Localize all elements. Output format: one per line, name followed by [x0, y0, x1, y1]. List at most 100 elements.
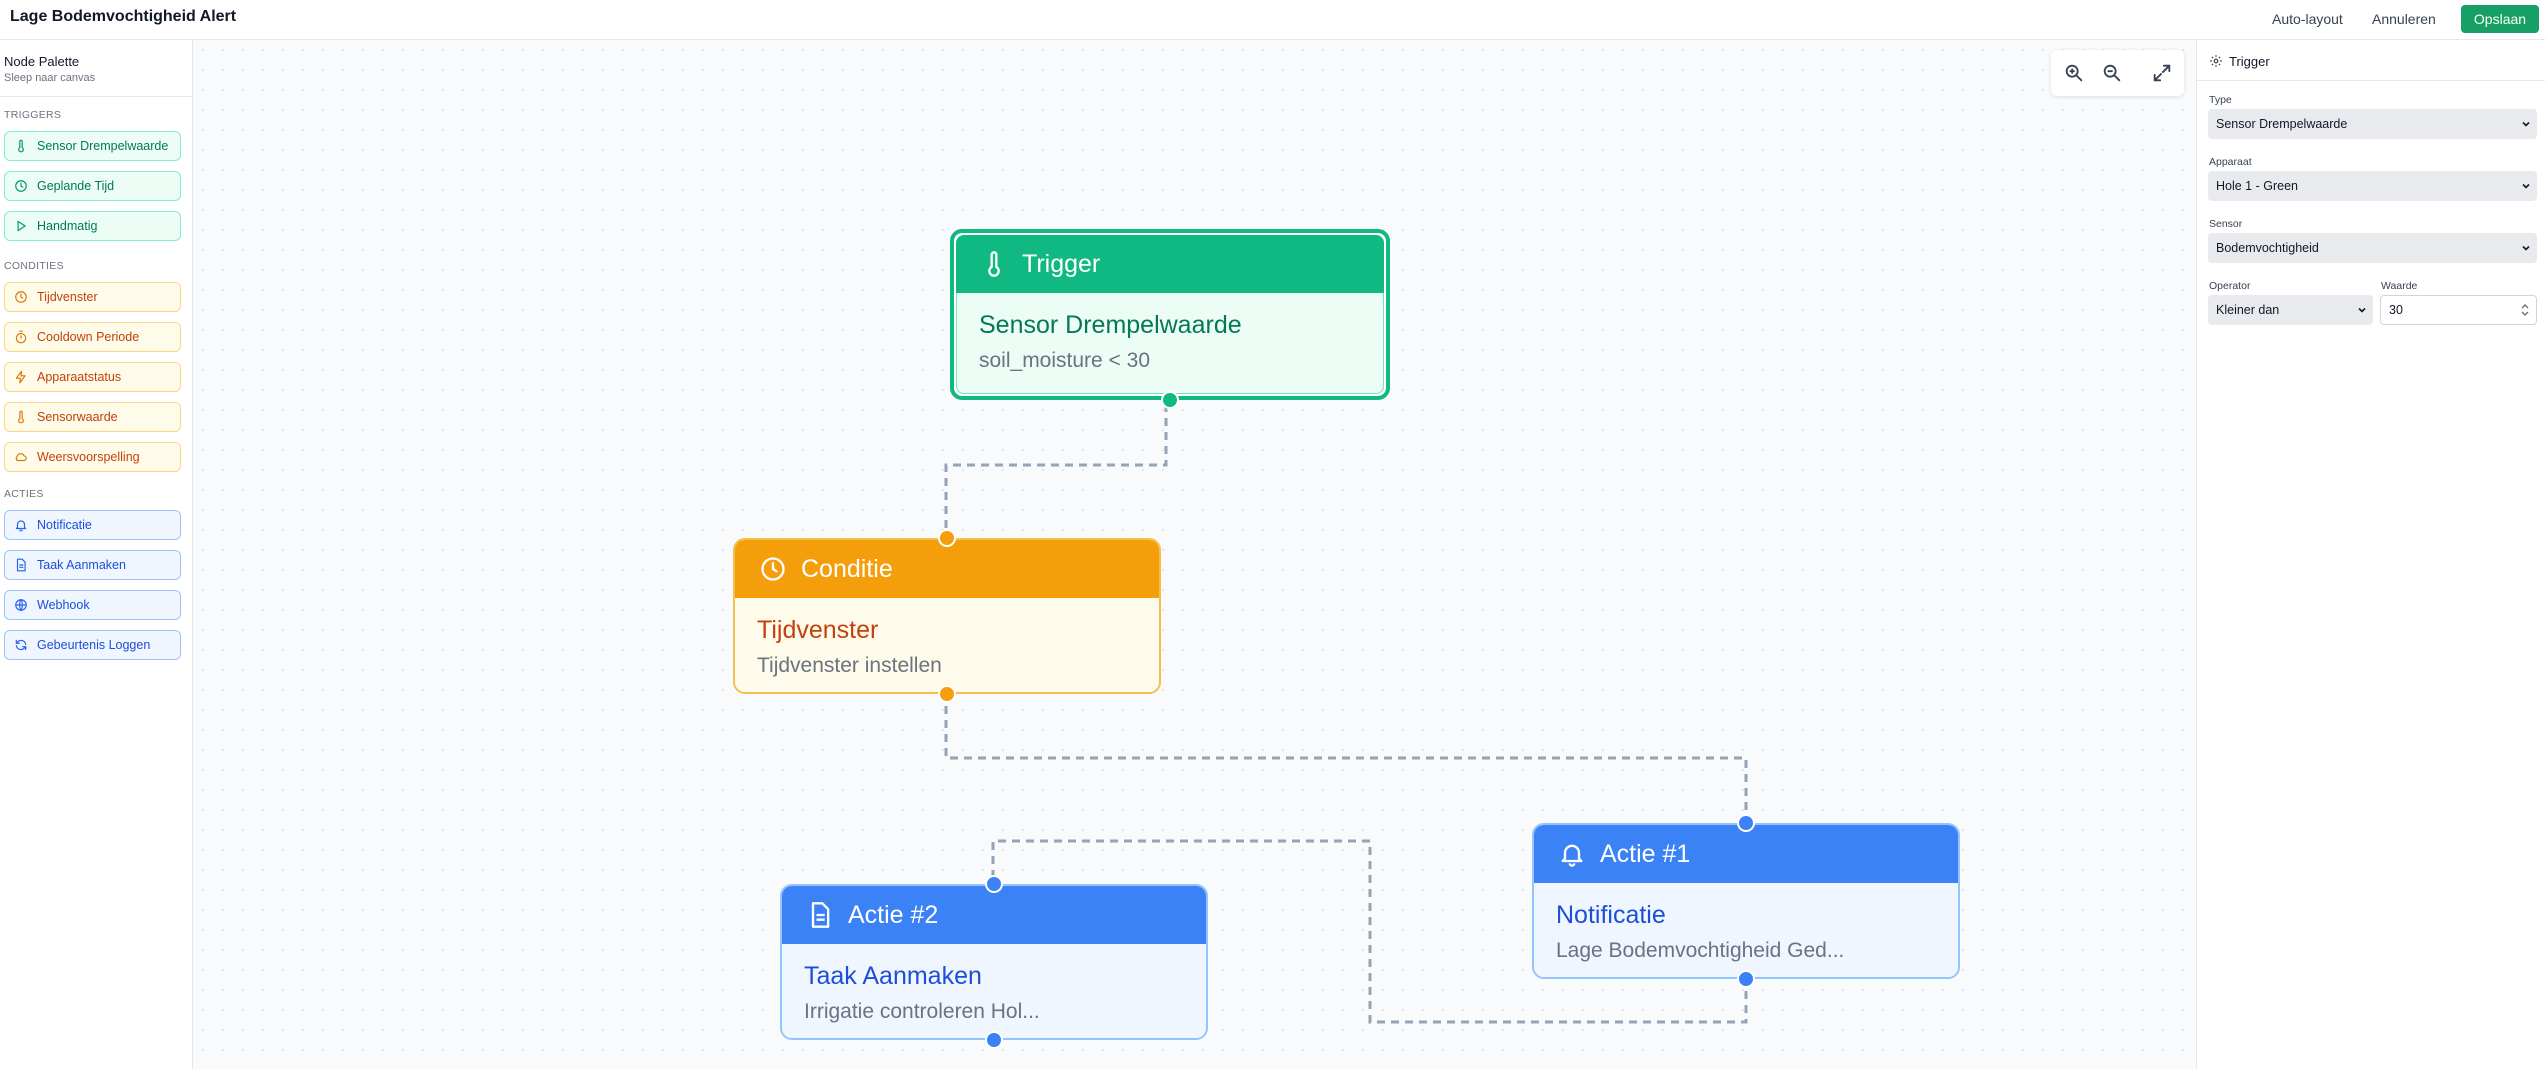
value-input[interactable]: 30 [2380, 295, 2537, 325]
output-port[interactable] [1161, 391, 1179, 409]
section-label-conditions: CONDITIES [4, 260, 64, 272]
node-body: Sensor Drempelwaarde soil_moisture < 30 [956, 293, 1384, 394]
timer-icon [15, 330, 27, 344]
node-title: Sensor Drempelwaarde [979, 311, 1242, 339]
palette-item-label: Sensorwaarde [37, 410, 118, 424]
node-header: Conditie [735, 540, 1159, 598]
device-select[interactable]: Hole 1 - Green [2208, 171, 2537, 201]
palette-item-sensor-threshold[interactable]: Sensor Drempelwaarde [4, 131, 181, 161]
palette-item-label: Notificatie [37, 518, 92, 532]
refresh-icon [15, 639, 27, 651]
divider [2197, 80, 2545, 81]
node-header-label: Actie #1 [1600, 840, 1691, 868]
node-action-1[interactable]: Actie #1 Notificatie Lage Bodemvochtighe… [1532, 814, 1960, 988]
workflow-title: Lage Bodemvochtigheid Alert [10, 8, 237, 25]
node-subtitle: Irrigatie controleren Hol... [804, 1000, 1040, 1023]
node-subtitle: Lage Bodemvochtigheid Ged... [1556, 939, 1845, 962]
node-body: Taak Aanmaken Irrigatie controleren Hol.… [782, 944, 1206, 1038]
node-action-2[interactable]: Actie #2 Taak Aanmaken Irrigatie control… [780, 875, 1208, 1049]
palette-item-label: Gebeurtenis Loggen [37, 638, 151, 652]
palette-item-webhook[interactable]: Webhook [4, 590, 181, 620]
node-header-label: Conditie [801, 555, 893, 583]
output-port[interactable] [938, 685, 956, 703]
palette-item-time-window[interactable]: Tijdvenster [4, 282, 181, 312]
sensor-select[interactable]: Bodemvochtigheid [2208, 233, 2537, 263]
workflow-canvas[interactable]: Trigger Sensor Drempelwaarde soil_moistu… [193, 40, 2196, 1069]
palette-item-label: Handmatig [37, 219, 98, 233]
palette-item-device-status[interactable]: Apparaatstatus [4, 362, 181, 392]
node-trigger[interactable]: Trigger Sensor Drempelwaarde soil_moistu… [950, 229, 1390, 409]
operator-select[interactable]: Kleiner dan [2208, 295, 2373, 325]
auto-layout-button[interactable]: Auto-layout [2262, 5, 2353, 33]
chevron-down-icon [2522, 183, 2530, 189]
zap-icon [15, 370, 26, 384]
thermometer-icon [18, 410, 24, 424]
node-condition[interactable]: Conditie Tijdvenster Tijdvenster instell… [733, 529, 1161, 703]
thermometer-icon [18, 139, 24, 153]
palette-subtitle: Sleep naar canvas [4, 72, 96, 84]
node-header: Trigger [956, 235, 1384, 293]
zoom-in-icon[interactable] [2063, 62, 2085, 84]
node-subtitle: soil_moisture < 30 [979, 349, 1151, 372]
node-palette: Node Palette Sleep naar canvas TRIGGERS … [0, 40, 193, 1069]
palette-item-sensor-value[interactable]: Sensorwaarde [4, 402, 181, 432]
edge-trigger-to-condition [944, 390, 1168, 538]
node-body: Tijdvenster Tijdvenster instellen [735, 598, 1159, 692]
type-label: Type [2209, 94, 2232, 106]
globe-icon [15, 599, 27, 611]
fit-view-icon[interactable] [2151, 62, 2173, 84]
section-label-actions: ACTIES [4, 488, 44, 500]
clock-icon [761, 557, 785, 581]
palette-item-manual[interactable]: Handmatig [4, 211, 181, 241]
type-select[interactable]: Sensor Drempelwaarde [2208, 109, 2537, 139]
operator-label: Operator [2209, 280, 2251, 292]
top-bar: Lage Bodemvochtigheid Alert Auto-layout … [0, 0, 2545, 40]
node-body: Notificatie Lage Bodemvochtigheid Ged... [1534, 883, 1958, 977]
palette-item-label: Cooldown Periode [37, 330, 140, 344]
palette-item-label: Geplande Tijd [37, 179, 115, 193]
input-port[interactable] [938, 529, 956, 547]
device-select-value: Hole 1 - Green [2216, 179, 2298, 193]
clock-icon [15, 291, 27, 303]
divider [0, 96, 192, 97]
cancel-button[interactable]: Annuleren [2362, 5, 2446, 33]
thermometer-icon [988, 251, 1000, 277]
palette-title: Node Palette [4, 54, 80, 69]
chevron-down-icon [2522, 121, 2530, 127]
node-header-label: Trigger [1022, 250, 1101, 278]
zoom-out-icon[interactable] [2101, 62, 2123, 84]
type-select-value: Sensor Drempelwaarde [2216, 117, 2348, 131]
node-title: Taak Aanmaken [804, 962, 982, 990]
zoom-controls [2051, 50, 2184, 96]
save-button[interactable]: Opslaan [2461, 5, 2539, 33]
palette-item-notification[interactable]: Notificatie [4, 510, 181, 540]
clock-icon [15, 180, 27, 192]
edge-condition-to-action1 [944, 692, 1748, 823]
file-icon [811, 902, 830, 928]
palette-item-weather-forecast[interactable]: Weersvoorspelling [4, 442, 181, 472]
palette-item-label: Taak Aanmaken [37, 558, 126, 572]
node-header: Actie #1 [1534, 825, 1958, 883]
palette-item-create-task[interactable]: Taak Aanmaken [4, 550, 181, 580]
palette-item-label: Weersvoorspelling [37, 450, 140, 464]
stepper-icon[interactable] [2520, 302, 2530, 318]
input-port[interactable] [1737, 814, 1755, 832]
palette-item-scheduled-time[interactable]: Geplande Tijd [4, 171, 181, 201]
value-input-value: 30 [2389, 303, 2403, 317]
palette-item-label: Apparaatstatus [37, 370, 122, 384]
node-subtitle: Tijdvenster instellen [757, 654, 942, 677]
input-port[interactable] [985, 875, 1003, 893]
palette-item-label: Webhook [37, 598, 90, 612]
sensor-label: Sensor [2209, 218, 2243, 230]
chevron-down-icon [2358, 307, 2366, 313]
play-icon [17, 220, 26, 232]
node-title: Notificatie [1556, 901, 1666, 929]
palette-item-label: Sensor Drempelwaarde [37, 139, 169, 153]
palette-item-log-event[interactable]: Gebeurtenis Loggen [4, 630, 181, 660]
output-port[interactable] [1737, 970, 1755, 988]
palette-item-cooldown[interactable]: Cooldown Periode [4, 322, 181, 352]
section-label-triggers: TRIGGERS [4, 109, 62, 121]
output-port[interactable] [985, 1031, 1003, 1049]
value-label: Waarde [2381, 280, 2418, 292]
gear-icon [2210, 55, 2222, 67]
